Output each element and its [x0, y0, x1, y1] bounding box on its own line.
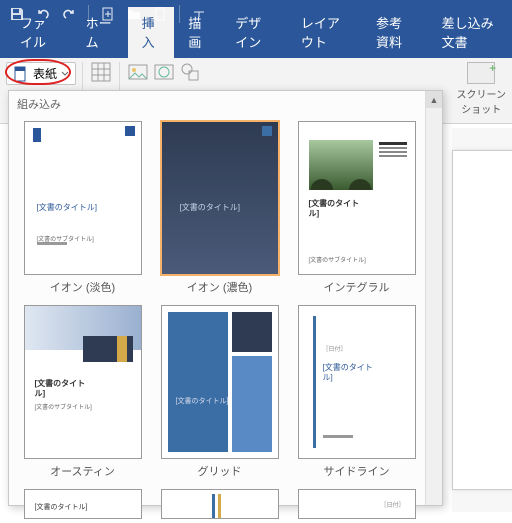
- thumb-caption: オースティン: [50, 463, 115, 479]
- thumb-partial-1: [文書のタイトル]: [24, 489, 142, 519]
- gallery-grid: [文書のタイトル] [文書のサブタイトル] イオン (淡色) [文書のタイトル]…: [9, 117, 442, 523]
- gallery-scrollbar[interactable]: ▲: [425, 91, 442, 505]
- gallery-item[interactable]: [文書のタイト ル] [文書のサブタイトル] インテグラル: [293, 121, 420, 295]
- thumb-integral: [文書のタイト ル] [文書のサブタイトル]: [298, 121, 416, 275]
- gallery-item[interactable]: [文書のタイト ル] [文書のサブタイトル] オースティン: [19, 305, 146, 479]
- tab-design[interactable]: デザイン: [221, 7, 287, 58]
- page-icon: [13, 66, 29, 82]
- tab-layout[interactable]: レイアウト: [287, 7, 362, 58]
- screenshot-label1: スクリーン: [457, 86, 507, 101]
- thumb-partial-2: [161, 489, 279, 519]
- gallery-item[interactable]: [文書のタイトル] グリッド: [156, 305, 283, 479]
- chevron-down-icon: [61, 70, 69, 78]
- blank-doc-icon[interactable]: [149, 3, 171, 25]
- thumb-partial-3: ［日付］: [298, 489, 416, 519]
- customize-qat-icon[interactable]: [188, 3, 210, 25]
- gallery-section-header: 組み込み: [9, 91, 442, 117]
- thumb-ion-dark: [文書のタイトル]: [161, 121, 279, 275]
- open-icon[interactable]: [123, 3, 145, 25]
- gallery-item[interactable]: [156, 489, 283, 519]
- gallery-item[interactable]: [文書のタイトル] [文書のサブタイトル] イオン (淡色): [19, 121, 146, 295]
- thumb-caption: インテグラル: [324, 279, 390, 295]
- cover-page-label: 表紙: [33, 65, 57, 82]
- thumb-sideline: ［日付］ [文書のタイト ル]: [298, 305, 416, 459]
- gallery-item[interactable]: [文書のタイトル]: [19, 489, 146, 519]
- tab-references[interactable]: 参考資料: [362, 7, 428, 58]
- thumb-austin: [文書のタイト ル] [文書のサブタイトル]: [24, 305, 142, 459]
- thumb-caption: グリッド: [198, 463, 242, 479]
- cover-page-button[interactable]: 表紙: [6, 62, 76, 85]
- thumb-grid: [文書のタイトル]: [161, 305, 279, 459]
- undo-icon[interactable]: [32, 3, 54, 25]
- ribbon-right: + スクリーン ショット: [457, 62, 507, 116]
- thumb-ion-light: [文書のタイトル] [文書のサブタイトル]: [24, 121, 142, 275]
- thumb-caption: イオン (淡色): [50, 279, 115, 295]
- shapes-icon[interactable]: [180, 62, 200, 82]
- camera-icon: +: [467, 62, 495, 84]
- table-icon[interactable]: [91, 62, 111, 82]
- screenshot-label2: ショット: [461, 101, 501, 116]
- save-icon[interactable]: [6, 3, 28, 25]
- thumb-caption: サイドライン: [324, 463, 390, 479]
- gallery-item[interactable]: ［日付］: [293, 489, 420, 519]
- gallery-item[interactable]: [文書のタイトル] イオン (濃色): [156, 121, 283, 295]
- thumb-caption: イオン (濃色): [187, 279, 252, 295]
- redo-icon[interactable]: [58, 3, 80, 25]
- tab-mailings[interactable]: 差し込み文書: [428, 7, 512, 58]
- scroll-up-icon[interactable]: ▲: [426, 91, 442, 108]
- online-picture-icon[interactable]: [154, 62, 174, 82]
- new-doc-icon[interactable]: [97, 3, 119, 25]
- gallery-item[interactable]: ［日付］ [文書のタイト ル] サイドライン: [293, 305, 420, 479]
- screenshot-button[interactable]: + スクリーン ショット: [457, 62, 507, 116]
- document-page: [452, 150, 512, 490]
- picture-icon[interactable]: [128, 62, 148, 82]
- cover-gallery-panel: 組み込み [文書のタイトル] [文書のサブタイトル] イオン (淡色) [文書の…: [8, 90, 443, 506]
- ribbon-tabs: ファイル ホーム 挿入 描画 デザイン レイアウト 参考資料 差し込み文書: [0, 28, 512, 58]
